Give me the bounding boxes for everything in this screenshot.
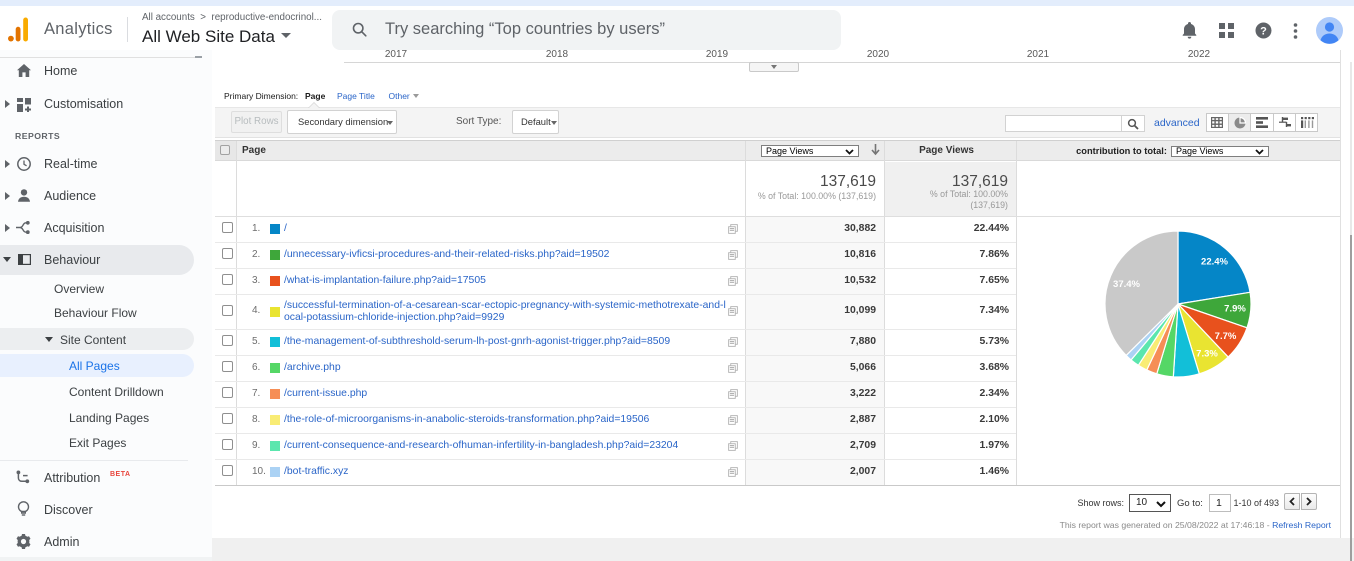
svg-text:7.3%: 7.3%	[1196, 349, 1218, 360]
svg-text:?: ?	[1260, 25, 1267, 37]
svg-text:7.9%: 7.9%	[1224, 304, 1246, 315]
svg-text:7.7%: 7.7%	[1215, 331, 1237, 342]
svg-text:22.4%: 22.4%	[1201, 257, 1228, 268]
svg-text:37.4%: 37.4%	[1113, 279, 1140, 290]
